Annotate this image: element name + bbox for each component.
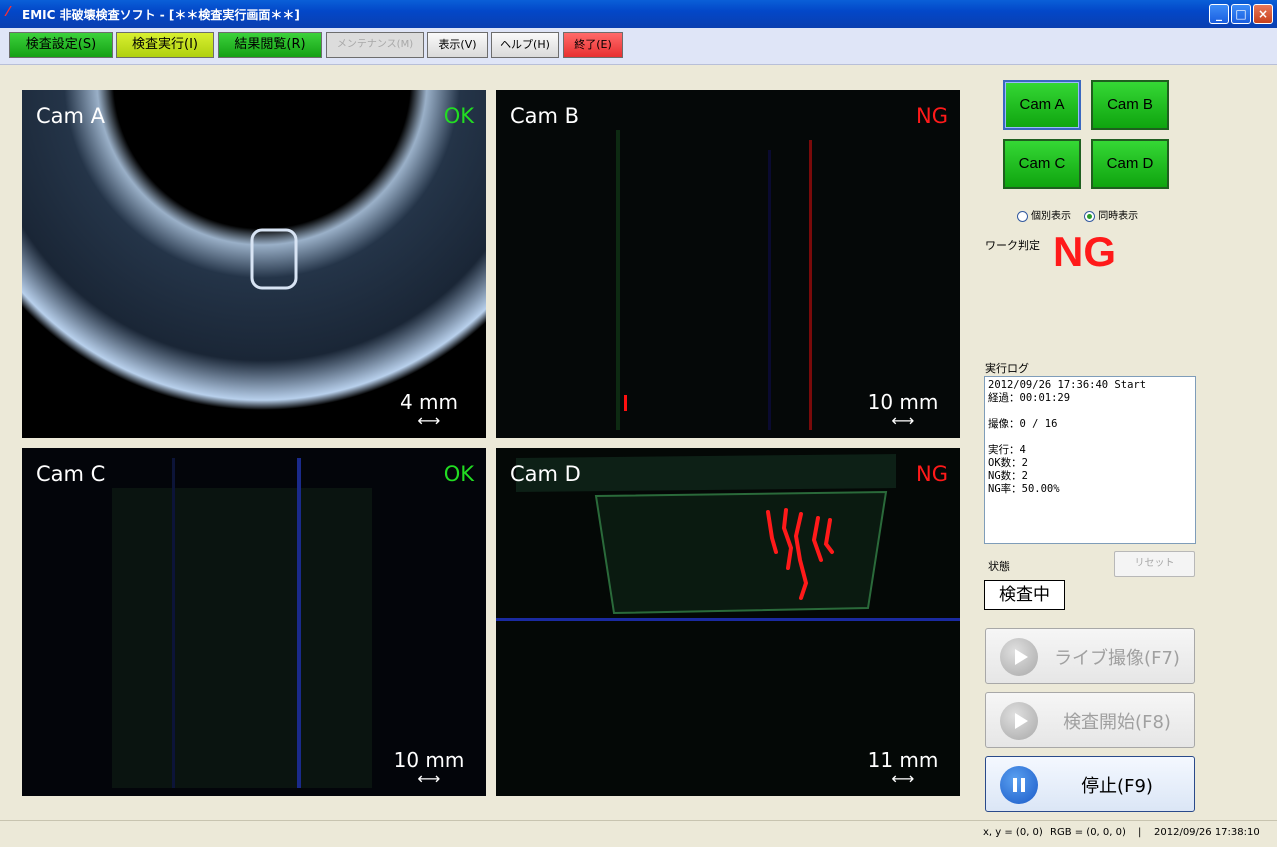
camera-view-b[interactable]: Cam B NG 10 mm ⟷ — [496, 90, 960, 438]
status-coords: x, y = (0, 0) — [983, 827, 1043, 838]
camera-a-image — [22, 90, 486, 438]
start-inspection-label: 検査開始(F8) — [1063, 712, 1171, 733]
judgement-label: ワーク判定 — [985, 239, 1040, 252]
menu-bar: 検査設定(S) 検査実行(I) 結果閲覧(R) メンテナンス(M) 表示(V) … — [0, 28, 1277, 65]
reset-button[interactable]: リセット — [1114, 551, 1195, 577]
radio-individual[interactable]: 個別表示 — [1017, 210, 1071, 222]
scale-arrow: ⟷ — [891, 411, 915, 430]
camera-a-label: Cam A — [36, 104, 106, 128]
scale-arrow: ⟷ — [891, 769, 915, 788]
menu-help-button[interactable]: ヘルプ(H) — [491, 32, 559, 58]
start-inspection-button[interactable]: 検査開始(F8) — [985, 692, 1195, 748]
close-button[interactable]: × — [1253, 4, 1273, 24]
play-icon — [1000, 638, 1038, 676]
menu-run-button[interactable]: 検査実行(I) — [116, 32, 214, 58]
camera-b-scale: 10 mm ⟷ — [858, 390, 948, 430]
camera-b-image — [496, 90, 960, 438]
judgement-value: NG — [1053, 228, 1116, 275]
camera-c-scale: 10 mm ⟷ — [384, 748, 474, 788]
live-capture-button[interactable]: ライブ撮像(F7) — [985, 628, 1195, 684]
maximize-button[interactable]: □ — [1231, 4, 1251, 24]
camera-d-scale: 11 mm ⟷ — [858, 748, 948, 788]
state-value: 検査中 — [984, 580, 1065, 610]
status-datetime: 2012/09/26 17:38:10 — [1154, 827, 1260, 838]
pause-icon — [1000, 766, 1038, 804]
cam-c-button[interactable]: Cam C — [1003, 139, 1081, 189]
radio-simultaneous-indicator[interactable] — [1084, 210, 1096, 222]
camera-b-result: NG — [916, 104, 948, 128]
status-separator: | — [1138, 827, 1142, 838]
camera-d-label: Cam D — [510, 462, 581, 486]
camera-view-d[interactable]: Cam D NG 11 mm ⟷ — [496, 448, 960, 796]
status-bar: x, y = (0, 0) RGB = (0, 0, 0) | 2012/09/… — [0, 820, 1277, 847]
menu-exit-button[interactable]: 終了(E) — [563, 32, 623, 58]
menu-settings-button[interactable]: 検査設定(S) — [9, 32, 113, 58]
camera-d-image — [496, 448, 960, 796]
execution-log[interactable]: 2012/09/26 17:36:40 Start 経過：00:01:29 撮像… — [984, 376, 1196, 544]
live-capture-label: ライブ撮像(F7) — [1054, 648, 1180, 669]
log-label: 実行ログ — [985, 362, 1029, 375]
minimize-button[interactable]: _ — [1209, 4, 1229, 24]
title-bar: ⁄ EMIC 非破壊検査ソフト - [＊＊検査実行画面＊＊] _ □ × — [0, 0, 1277, 28]
cam-a-button[interactable]: Cam A — [1003, 80, 1081, 130]
play-icon — [1000, 702, 1038, 740]
scale-arrow: ⟷ — [417, 769, 441, 788]
state-label: 状態 — [988, 560, 1010, 573]
camera-view-a[interactable]: Cam A OK 4 mm ⟷ — [22, 90, 486, 438]
camera-c-label: Cam C — [36, 462, 106, 486]
app-icon: ⁄ — [7, 5, 10, 20]
status-rgb: RGB = (0, 0, 0) — [1050, 827, 1126, 838]
stop-label: 停止(F9) — [1081, 776, 1153, 797]
camera-b-label: Cam B — [510, 104, 580, 128]
radio-simultaneous[interactable]: 同時表示 — [1084, 210, 1138, 222]
camera-a-result: OK — [443, 104, 474, 128]
camera-c-image — [22, 448, 486, 796]
menu-maintenance-button[interactable]: メンテナンス(M) — [326, 32, 424, 58]
menu-view-button[interactable]: 表示(V) — [427, 32, 488, 58]
window-title: EMIC 非破壊検査ソフト - [＊＊検査実行画面＊＊] — [22, 8, 300, 22]
camera-view-c[interactable]: Cam C OK 10 mm ⟷ — [22, 448, 486, 796]
camera-a-scale: 4 mm ⟷ — [384, 390, 474, 430]
radio-individual-label[interactable]: 個別表示 — [1031, 211, 1071, 222]
camera-d-result: NG — [916, 462, 948, 486]
cam-b-button[interactable]: Cam B — [1091, 80, 1169, 130]
display-mode-group: 個別表示 同時表示 — [1017, 207, 1138, 222]
camera-c-result: OK — [443, 462, 474, 486]
stop-button[interactable]: 停止(F9) — [985, 756, 1195, 812]
cam-d-button[interactable]: Cam D — [1091, 139, 1169, 189]
radio-individual-indicator[interactable] — [1017, 210, 1028, 222]
radio-simultaneous-label[interactable]: 同時表示 — [1098, 211, 1138, 222]
menu-results-button[interactable]: 結果閲覧(R) — [218, 32, 322, 58]
scale-arrow: ⟷ — [417, 411, 441, 430]
